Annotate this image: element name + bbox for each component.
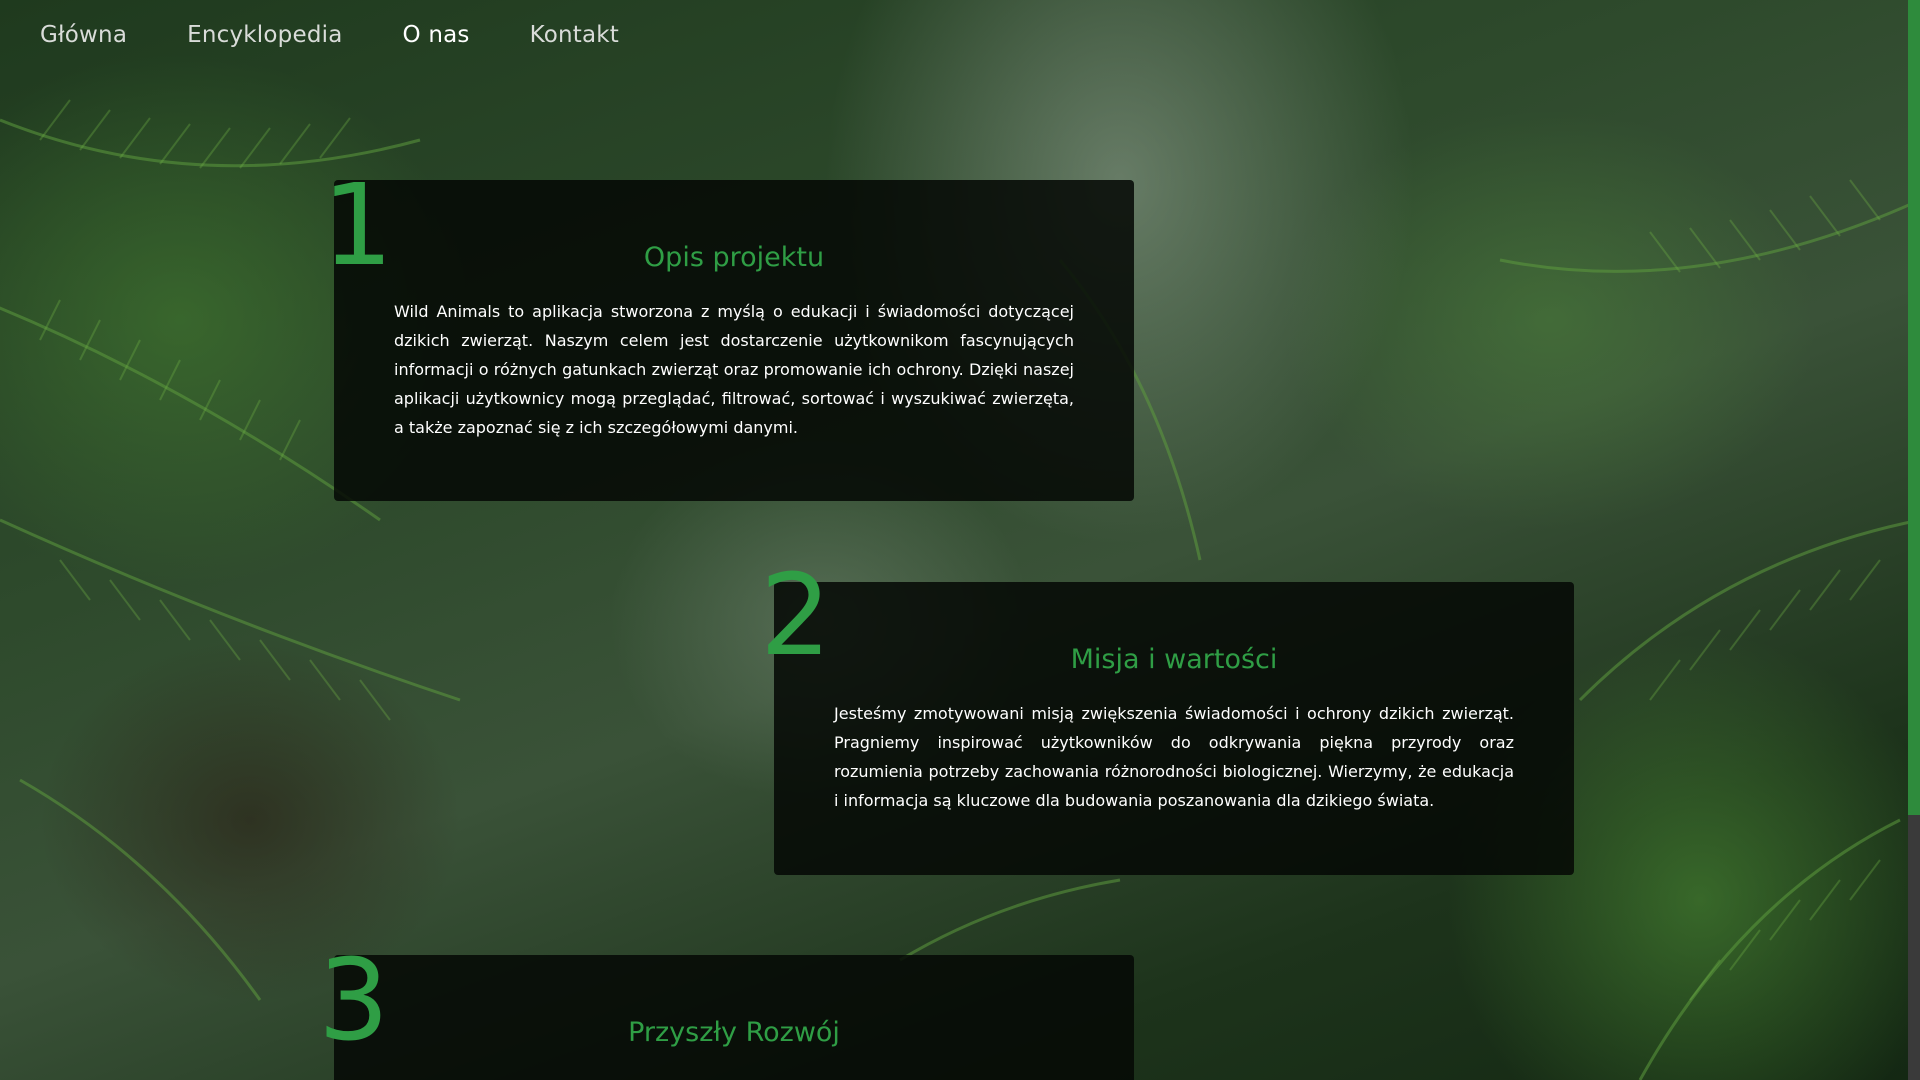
section-text: Jesteśmy zmotywowani misją zwiększenia ś… [834, 704, 1514, 810]
nav-link-o-nas[interactable]: O nas [403, 22, 470, 48]
scrollbar-track[interactable] [1908, 0, 1920, 1080]
section-title: Przyszły Rozwój [628, 1017, 840, 1048]
scrollbar-thumb[interactable] [1908, 0, 1920, 815]
nav-link-glowna[interactable]: Główna [40, 22, 127, 48]
section-number: 2 [760, 551, 832, 681]
nav-link-kontakt[interactable]: Kontakt [530, 22, 619, 48]
section-title: Opis projektu [643, 242, 825, 273]
section-number: 1 [322, 161, 394, 291]
page: Główna Encyklopedia O nas Kontakt Opis p… [0, 0, 1920, 1080]
section-card-przyszly-rozwoj: Przyszły Rozwój [334, 955, 1134, 1080]
section-text: Wild Animals to aplikacja stworzona z my… [394, 302, 1074, 437]
section-card-opis-projektu: Opis projektu Wild Animals to aplikacja … [334, 180, 1134, 501]
main-nav: Główna Encyklopedia O nas Kontakt [40, 22, 619, 48]
fern-forest-background [0, 0, 1920, 1080]
section-card-misja-i-wartosci: Misja i wartości Jesteśmy zmotywowani mi… [774, 582, 1574, 875]
section-number: 3 [318, 936, 390, 1066]
section-title: Misja i wartości [1070, 644, 1278, 675]
fern-leaves-decoration [0, 99, 1920, 1080]
nav-link-encyklopedia[interactable]: Encyklopedia [187, 22, 342, 48]
